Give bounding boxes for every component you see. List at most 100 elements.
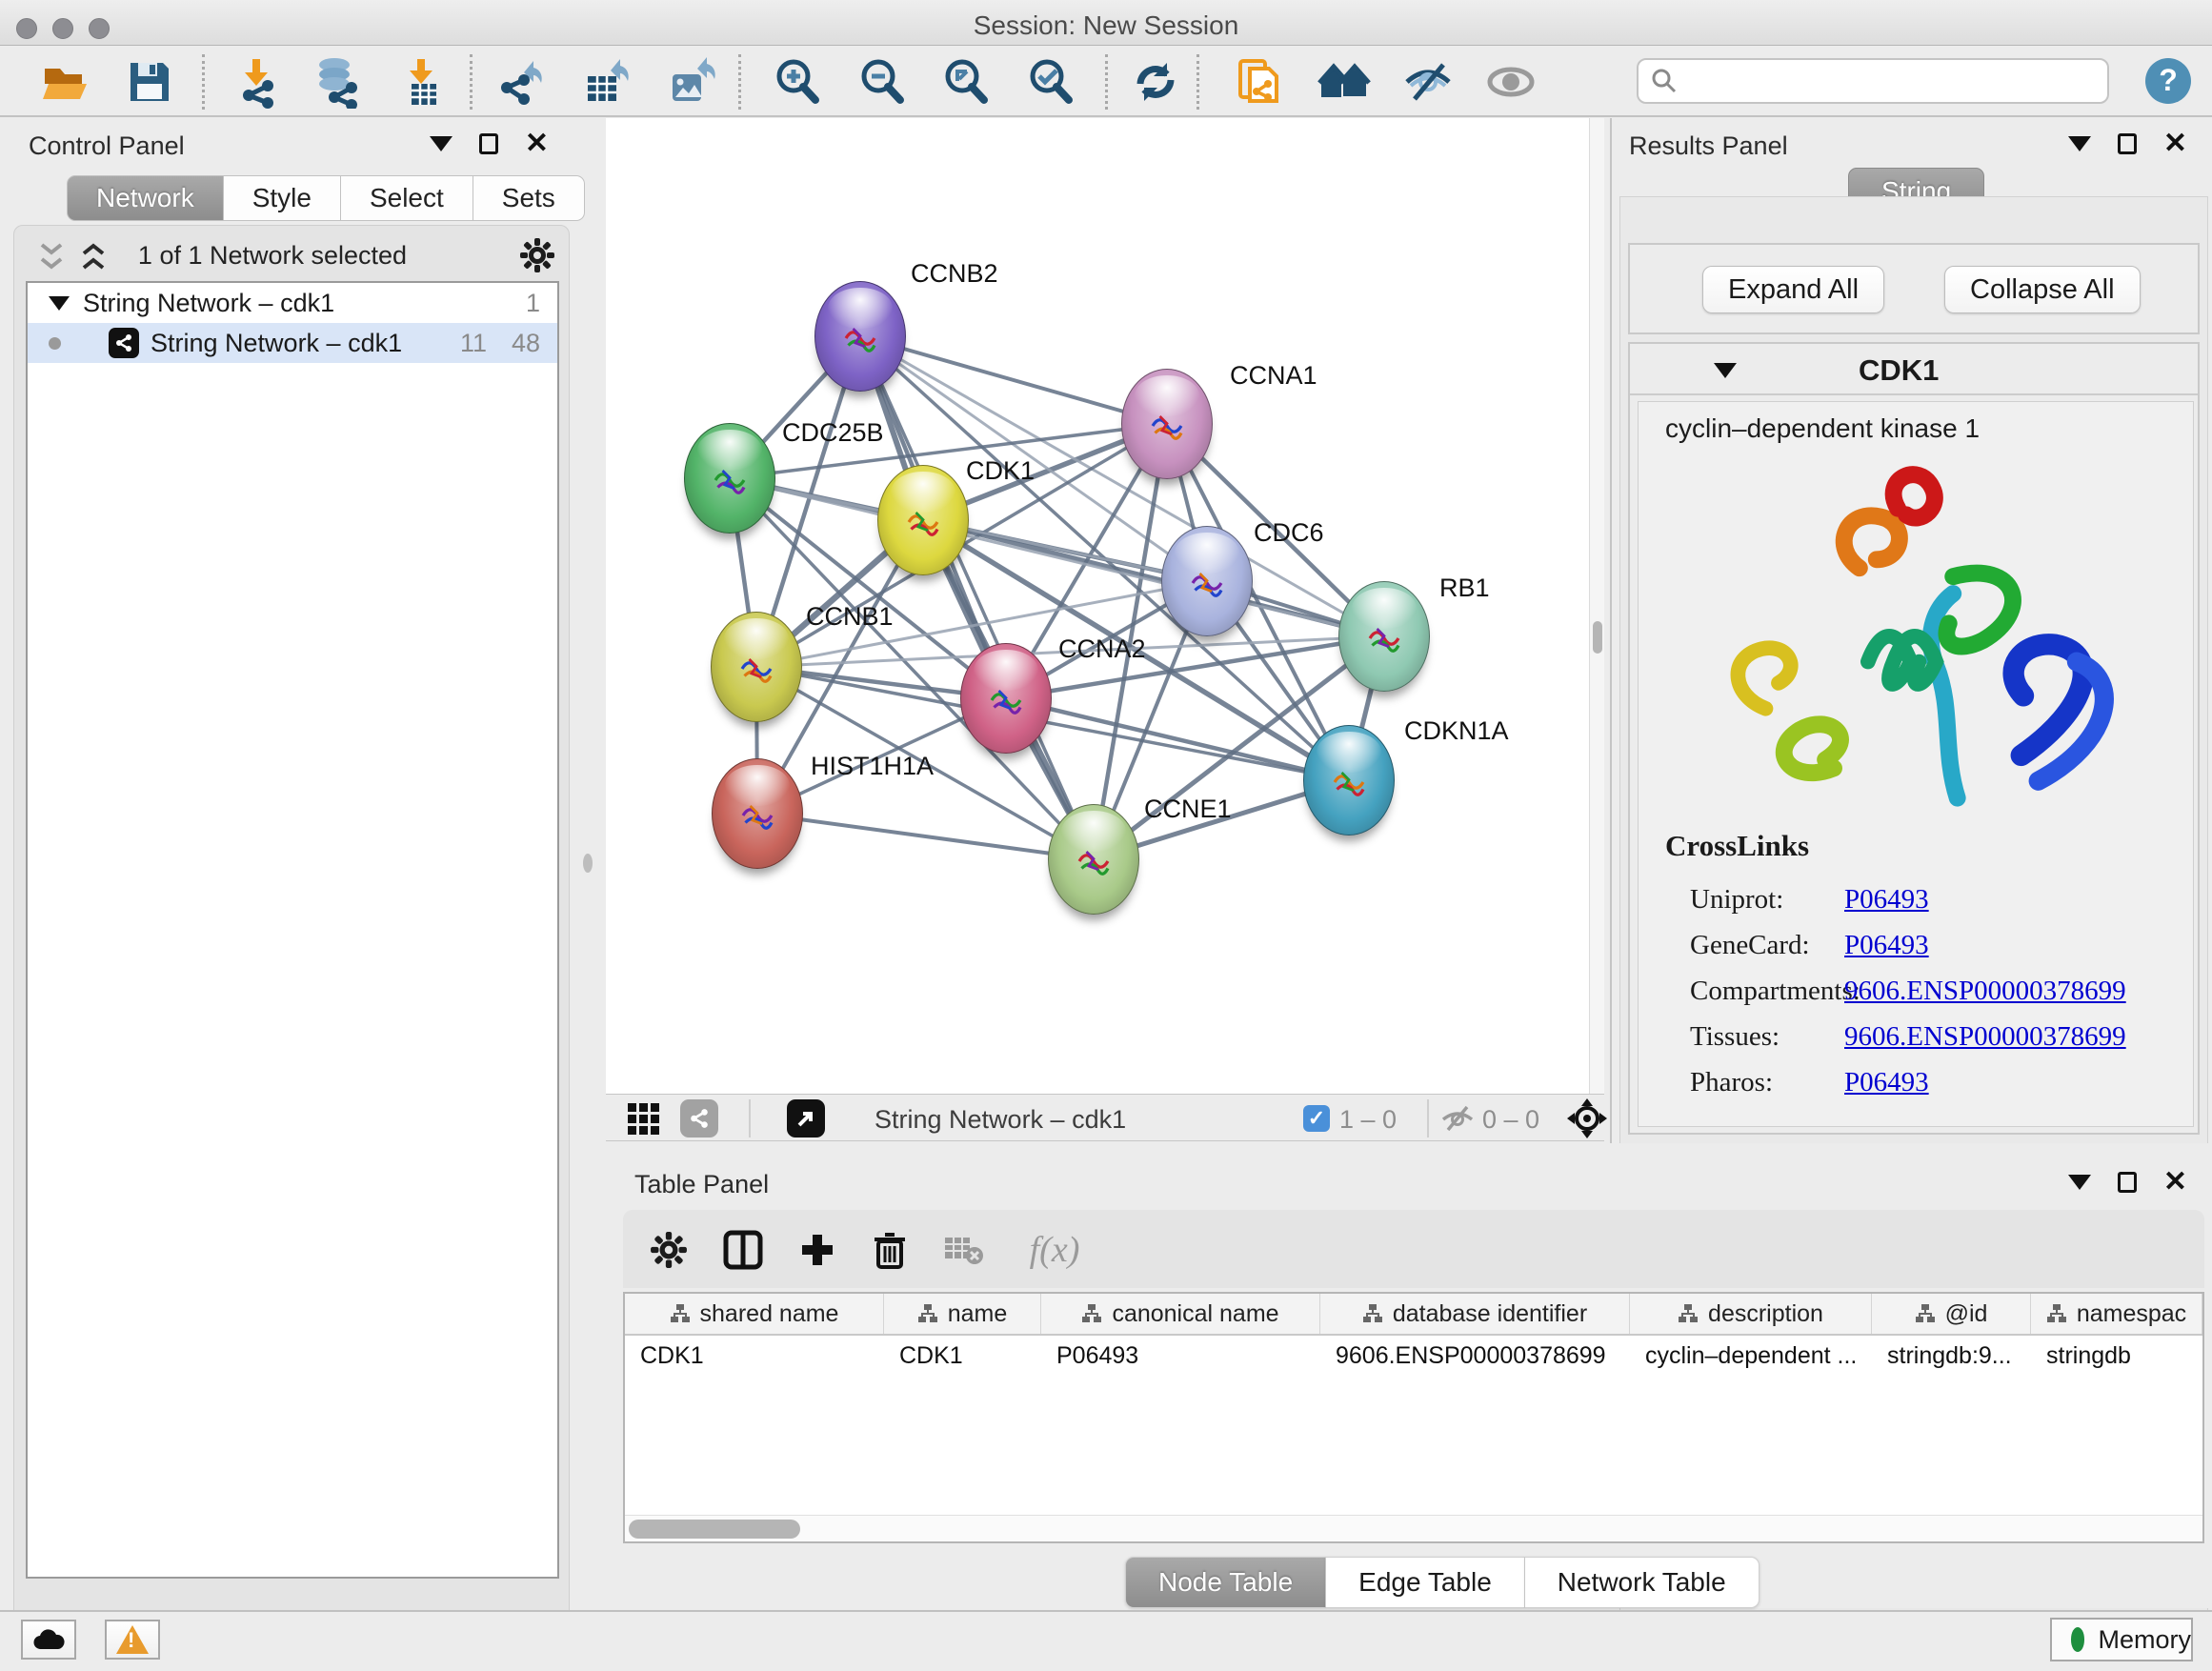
network-node-RB1[interactable]	[1338, 581, 1430, 692]
open-session-button[interactable]	[38, 54, 93, 110]
column-header-database-identifier[interactable]: database identifier	[1320, 1294, 1630, 1334]
table-cell[interactable]: P06493	[1041, 1336, 1320, 1376]
table-horizontal-scrollbar[interactable]	[625, 1515, 2202, 1541]
panel-float-icon[interactable]	[2118, 133, 2137, 154]
gene-header-row[interactable]: CDK1	[1630, 344, 2198, 395]
import-table-button[interactable]	[395, 54, 451, 110]
export-image-button[interactable]	[664, 54, 719, 110]
crosslink-label: Compartments:	[1665, 976, 1844, 1007]
crosslink-link[interactable]: P06493	[1844, 1067, 1929, 1098]
copy-network-button[interactable]	[1232, 54, 1287, 110]
open-in-window-button[interactable]	[787, 1099, 825, 1137]
show-columns-icon[interactable]	[720, 1227, 766, 1273]
tab-edge-table[interactable]: Edge Table	[1326, 1557, 1525, 1608]
collapse-all-button[interactable]: Collapse All	[1944, 266, 2141, 313]
network-options-gear-icon[interactable]	[519, 237, 555, 278]
network-collection-row[interactable]: String Network – cdk1 1	[28, 283, 557, 323]
table-cell[interactable]: CDK1	[884, 1336, 1041, 1376]
node-label-CDC25B: CDC25B	[782, 418, 884, 448]
table-cell[interactable]: 9606.ENSP00000378699	[1320, 1336, 1630, 1376]
zoom-fit-button[interactable]	[938, 54, 994, 110]
network-view-canvas[interactable]: CCNB2CCNA1CDC25BCDK1CDC6RB1CCNB1CCNA2CDK…	[606, 118, 1589, 1094]
column-type-icon	[1362, 1303, 1383, 1324]
column-header-label: namespac	[2077, 1300, 2186, 1328]
crosslink-link[interactable]: 9606.ENSP00000378699	[1844, 1021, 2126, 1053]
expand-all-button[interactable]: Expand All	[1702, 266, 1884, 313]
network-row-selected[interactable]: String Network – cdk1 11 48	[28, 323, 557, 363]
column-header-description[interactable]: description	[1630, 1294, 1872, 1334]
selected-nodes-checkbox[interactable]: ✓	[1303, 1105, 1330, 1132]
crosslink-link[interactable]: 9606.ENSP00000378699	[1844, 976, 2126, 1007]
column-header-shared-name[interactable]: shared name	[625, 1294, 884, 1334]
network-node-CDC6[interactable]	[1161, 526, 1253, 636]
gene-collapse-icon[interactable]	[1714, 363, 1737, 378]
zoom-in-button[interactable]	[770, 54, 825, 110]
function-builder-icon[interactable]: f(x)	[1012, 1227, 1097, 1273]
birdseye-grid-icon[interactable]	[627, 1102, 661, 1141]
column-header--id[interactable]: @id	[1872, 1294, 2031, 1334]
tab-network-table[interactable]: Network Table	[1525, 1557, 1760, 1608]
scrollbar-thumb[interactable]	[629, 1520, 800, 1539]
help-button[interactable]: ?	[2145, 58, 2191, 104]
show-all-button[interactable]	[1483, 54, 1538, 110]
splitter-grip[interactable]	[583, 854, 593, 873]
table-cell[interactable]: stringdb	[2031, 1336, 2202, 1376]
import-network-database-button[interactable]	[311, 54, 366, 110]
panel-close-icon[interactable]: ✕	[2163, 1172, 2187, 1193]
warnings-button[interactable]	[105, 1620, 160, 1660]
refresh-view-button[interactable]	[1128, 54, 1183, 110]
network-node-CDK1[interactable]	[877, 465, 969, 575]
scrollbar-thumb[interactable]	[1593, 621, 1602, 654]
tab-sets[interactable]: Sets	[473, 175, 585, 221]
tab-select[interactable]: Select	[341, 175, 473, 221]
table-row[interactable]: CDK1CDK1P064939606.ENSP00000378699cyclin…	[625, 1336, 2202, 1376]
export-network-button[interactable]	[494, 54, 550, 110]
table-cell[interactable]: cyclin–dependent ...	[1630, 1336, 1872, 1376]
add-column-plus-icon[interactable]	[794, 1227, 840, 1273]
network-node-CDC25B[interactable]	[684, 423, 775, 534]
network-node-CCNB1[interactable]	[711, 612, 802, 722]
panel-float-icon[interactable]	[479, 133, 498, 154]
crosslinks-title: CrossLinks	[1665, 829, 2126, 863]
network-node-CCNB2[interactable]	[814, 281, 906, 392]
column-header-name[interactable]: name	[884, 1294, 1041, 1334]
tab-node-table[interactable]: Node Table	[1125, 1557, 1326, 1608]
network-node-CCNA1[interactable]	[1121, 369, 1213, 479]
zoom-selected-button[interactable]	[1023, 54, 1078, 110]
panel-close-icon[interactable]: ✕	[525, 133, 549, 154]
import-network-file-button[interactable]	[231, 54, 286, 110]
table-cell[interactable]: CDK1	[625, 1336, 884, 1376]
crosslink-link[interactable]: P06493	[1844, 930, 1929, 961]
panel-float-icon[interactable]	[2118, 1172, 2137, 1193]
panel-collapse-icon[interactable]	[2068, 136, 2091, 151]
delete-column-trash-icon[interactable]	[867, 1227, 913, 1273]
first-neighbors-button[interactable]	[1317, 54, 1372, 110]
navigator-crosshair-icon[interactable]	[1566, 1097, 1608, 1144]
save-session-button[interactable]	[122, 54, 177, 110]
panel-close-icon[interactable]: ✕	[2163, 133, 2187, 154]
network-node-CCNE1[interactable]	[1048, 804, 1139, 915]
zoom-out-button[interactable]	[855, 54, 910, 110]
panel-collapse-icon[interactable]	[430, 136, 452, 151]
network-node-CDKN1A[interactable]	[1303, 725, 1395, 836]
column-header-canonical-name[interactable]: canonical name	[1041, 1294, 1320, 1334]
table-options-gear-icon[interactable]	[646, 1227, 692, 1273]
tab-style[interactable]: Style	[224, 175, 341, 221]
hide-selected-button[interactable]	[1400, 54, 1456, 110]
memory-button[interactable]: Memory	[2050, 1618, 2193, 1661]
tree-expand-icon[interactable]	[49, 296, 70, 311]
automation-status-button[interactable]	[21, 1620, 76, 1660]
node-label-CDKN1A: CDKN1A	[1404, 716, 1509, 746]
crosslink-link[interactable]: P06493	[1844, 884, 1929, 916]
column-header-namespac[interactable]: namespac	[2031, 1294, 2202, 1334]
network-node-CCNA2[interactable]	[960, 643, 1052, 754]
panel-collapse-icon[interactable]	[2068, 1175, 2091, 1190]
delete-table-icon[interactable]	[941, 1227, 987, 1273]
tab-network[interactable]: Network	[67, 175, 224, 221]
network-collection-label: String Network – cdk1	[83, 289, 334, 318]
canvas-vertical-scrollbar[interactable]	[1589, 118, 1604, 1094]
table-cell[interactable]: stringdb:9...	[1872, 1336, 2031, 1376]
export-table-button[interactable]	[579, 54, 634, 110]
search-input[interactable]	[1637, 58, 2109, 104]
network-node-HIST1H1A[interactable]	[712, 758, 803, 869]
